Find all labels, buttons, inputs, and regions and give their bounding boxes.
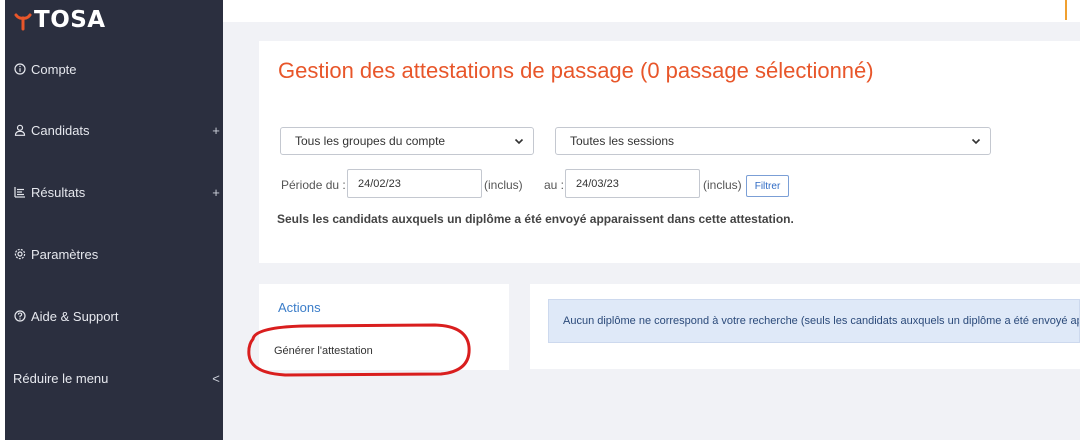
tosa-logo-mark-icon [14,13,32,31]
tosa-logo[interactable]: TOSA [14,7,106,33]
user-icon [13,123,27,137]
results-card: Aucun diplôme ne correspond à votre rech… [530,284,1080,369]
sidebar: TOSA Compte Candidats + Résultats + Para… [0,0,223,440]
session-select-value: Toutes les sessions [570,134,675,148]
gear-icon [13,247,27,261]
chevron-down-icon [514,138,524,145]
brand-name: TOSA [34,7,106,33]
annotation-highlight-ellipse [247,323,471,377]
actions-title: Actions [278,300,321,315]
expand-plus-icon[interactable]: + [209,185,223,200]
sidebar-item-parametres[interactable]: Paramètres [13,244,223,264]
sidebar-item-reduire-menu[interactable]: Réduire le menu < [13,368,223,388]
page-title: Gestion des attestations de passage (0 p… [278,58,874,83]
period-to-label: au : [544,178,565,192]
chevron-down-icon [971,138,981,145]
session-select[interactable]: Toutes les sessions [555,127,991,155]
sidebar-item-candidats[interactable]: Candidats + [13,120,223,140]
info-circle-icon [13,62,27,76]
chart-list-icon [13,185,27,199]
sidebar-item-label: Aide & Support [31,308,119,324]
date-to-input[interactable]: 24/03/23 [565,169,700,198]
group-select-value: Tous les groupes du compte [295,134,446,148]
period-from-label: Période du : [281,178,346,192]
top-bar-accent [1065,0,1067,20]
inclus-label: (inclus) [703,178,742,192]
date-from-input[interactable]: 24/02/23 [347,169,482,198]
sidebar-item-label: Compte [31,61,77,77]
diploma-note: Seuls les candidats auxquels un diplôme … [277,212,794,226]
sidebar-item-label: Candidats [31,122,90,138]
sidebar-item-label: Réduire le menu [13,370,109,386]
top-bar [223,0,1080,22]
sidebar-item-label: Paramètres [31,246,99,262]
filters-card: Gestion des attestations de passage (0 p… [259,41,1080,263]
no-results-alert: Aucun diplôme ne correspond à votre rech… [548,299,1080,343]
expand-plus-icon[interactable]: + [209,123,223,138]
group-select[interactable]: Tous les groupes du compte [280,127,534,155]
question-circle-icon [13,309,27,323]
sidebar-item-label: Résultats [31,184,86,200]
sidebar-item-resultats[interactable]: Résultats + [13,182,223,202]
collapse-chevron-icon[interactable]: < [209,371,223,386]
inclus-label: (inclus) [484,178,523,192]
sidebar-item-aide-support[interactable]: Aide & Support [13,306,223,326]
filter-button[interactable]: Filtrer [746,175,789,197]
sidebar-item-compte[interactable]: Compte [13,59,223,79]
